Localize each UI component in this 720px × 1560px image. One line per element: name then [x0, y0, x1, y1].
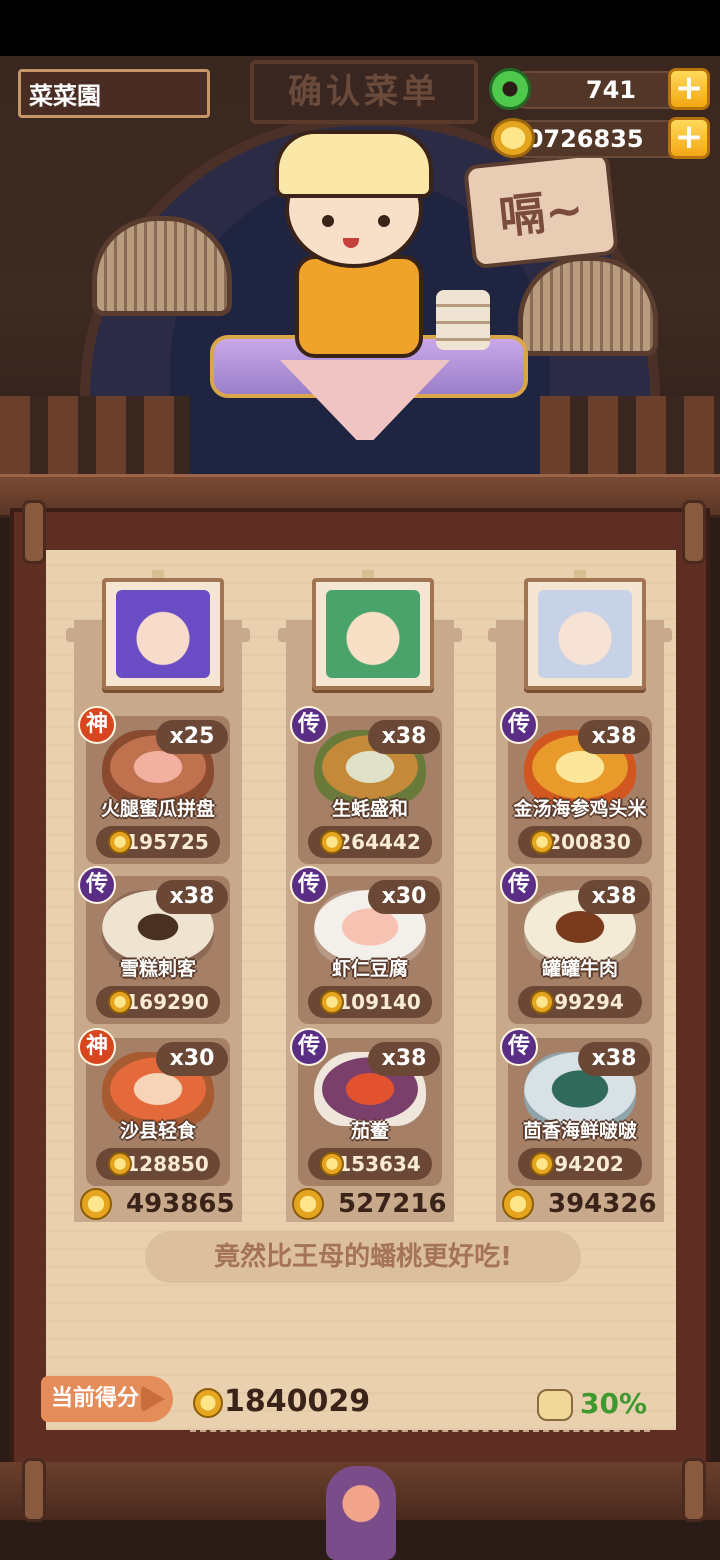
rank-badge: 传: [500, 1028, 538, 1066]
dish-card[interactable]: 神 x30 沙县轻食 128850: [78, 1028, 230, 1186]
chef-portrait-2[interactable]: [312, 578, 434, 690]
rank-badge: 传: [290, 1028, 328, 1066]
dish-quantity: x38: [368, 720, 440, 754]
coin-icon: [108, 1152, 132, 1176]
restaurant-name-field[interactable]: 菜菜園: [18, 69, 210, 118]
restaurant-sign: 确认菜单: [250, 60, 478, 124]
coin-icon: [292, 1188, 324, 1220]
dish-name: 沙县轻食: [119, 1120, 196, 1142]
coin-icon: [320, 830, 344, 854]
dish-card[interactable]: 传 x38 金汤海参鸡头米 200830: [500, 706, 652, 864]
dish-name: 火腿蜜瓜拼盘: [100, 798, 215, 820]
stacked-bowls: [436, 290, 490, 350]
scroll-roller-top-left: [22, 500, 46, 564]
dish-name: 罐罐牛肉: [541, 958, 618, 980]
coin-icon: [530, 990, 554, 1014]
dish-price: 195725: [96, 826, 220, 858]
jade-count: 741: [585, 76, 636, 104]
dish-price: 200830: [518, 826, 642, 858]
dish-quantity: x38: [578, 720, 650, 754]
dish-card[interactable]: 传 x38 茴香海鲜啵啵 94202: [500, 1028, 652, 1186]
dish-price: 109140: [308, 986, 432, 1018]
current-score-tag: 当前得分: [41, 1376, 173, 1422]
chef-portrait-3[interactable]: [524, 578, 646, 690]
customer-body[interactable]: [295, 255, 423, 358]
chef-avatar-3: [538, 590, 632, 678]
dish-price: 94202: [518, 1148, 642, 1180]
current-score-value: 1840029: [224, 1384, 371, 1419]
coin-icon: [320, 1152, 344, 1176]
customer-eye-right: [378, 215, 390, 227]
rank-badge: 传: [500, 866, 538, 904]
speech-text: 嗝~: [496, 181, 587, 245]
bonus-percent: 30%: [580, 1387, 648, 1420]
scroll-roller-top-right: [682, 500, 706, 564]
speech-bubble: 嗝~: [462, 150, 620, 270]
chinese-knot-decoration: [326, 1466, 396, 1560]
coin-icon: [320, 990, 344, 1014]
dish-card[interactable]: 传 x38 罐罐牛肉 99294: [500, 866, 652, 1024]
dish-name: 雪糕刺客: [119, 958, 196, 980]
coin-icon: [530, 1152, 554, 1176]
dish-name: 生蚝盛和: [331, 798, 408, 820]
dish-name: 茴香海鲜啵啵: [522, 1120, 637, 1142]
dish-card[interactable]: 传 x38 生蚝盛和 264442: [290, 706, 442, 864]
customer-crown: [275, 130, 433, 198]
dish-card[interactable]: 神 x25 火腿蜜瓜拼盘 195725: [78, 706, 230, 864]
dish-quantity: x25: [156, 720, 228, 754]
column-total: 394326: [496, 1186, 664, 1222]
dish-name: 虾仁豆腐: [331, 958, 408, 980]
arrow-icon: [141, 1385, 165, 1413]
rank-badge: 传: [290, 866, 328, 904]
coin-icon: [108, 830, 132, 854]
dish-quantity: x38: [368, 1042, 440, 1076]
dish-card[interactable]: 传 x38 雪糕刺客 169290: [78, 866, 230, 1024]
rank-badge: 神: [78, 706, 116, 744]
jade-counter: 741: [508, 71, 690, 109]
chef-avatar-1: [116, 590, 210, 678]
rank-badge: 传: [290, 706, 328, 744]
rank-badge: 神: [78, 1028, 116, 1066]
dish-name: 金汤海参鸡头米: [513, 798, 647, 820]
add-coin-button[interactable]: +: [668, 117, 710, 159]
customer-eye-left: [322, 215, 334, 227]
score-divider: [190, 1430, 650, 1432]
dish-price: 99294: [518, 986, 642, 1018]
column-total: 527216: [286, 1186, 454, 1222]
bonus-bun-icon: [537, 1389, 573, 1421]
dish-price: 264442: [308, 826, 432, 858]
coin-icon: [80, 1188, 112, 1220]
dish-name: 茄鲞: [350, 1120, 389, 1142]
chef-portrait-1[interactable]: [102, 578, 224, 690]
dish-card[interactable]: 传 x30 虾仁豆腐 109140: [290, 866, 442, 1024]
coin-icon: [530, 830, 554, 854]
dish-price: 128850: [96, 1148, 220, 1180]
dish-price: 153634: [308, 1148, 432, 1180]
dish-quantity: x38: [156, 880, 228, 914]
dish-quantity: x30: [156, 1042, 228, 1076]
column-total: 493865: [74, 1186, 242, 1222]
coin-icon: [108, 990, 132, 1014]
coin-icon: [491, 118, 535, 158]
scroll-roller-bottom-left: [22, 1458, 46, 1522]
coin-counter: 10726835: [508, 120, 690, 158]
jade-icon: [489, 68, 531, 110]
dish-quantity: x38: [578, 880, 650, 914]
coin-icon: [502, 1188, 534, 1220]
coin-icon: [193, 1388, 223, 1418]
rank-badge: 传: [78, 866, 116, 904]
current-score-label: 当前得分: [51, 1386, 140, 1411]
dish-price: 169290: [96, 986, 220, 1018]
dish-quantity: x30: [368, 880, 440, 914]
add-jade-button[interactable]: +: [668, 68, 710, 110]
scroll-roller-bottom-right: [682, 1458, 706, 1522]
dish-quantity: x38: [578, 1042, 650, 1076]
chef-avatar-2: [326, 590, 420, 678]
rank-badge: 传: [500, 706, 538, 744]
customer-comment: 竟然比王母的蟠桃更好吃!: [145, 1231, 581, 1283]
status-bar: [0, 0, 720, 56]
dish-card[interactable]: 传 x38 茄鲞 153634: [290, 1028, 442, 1186]
